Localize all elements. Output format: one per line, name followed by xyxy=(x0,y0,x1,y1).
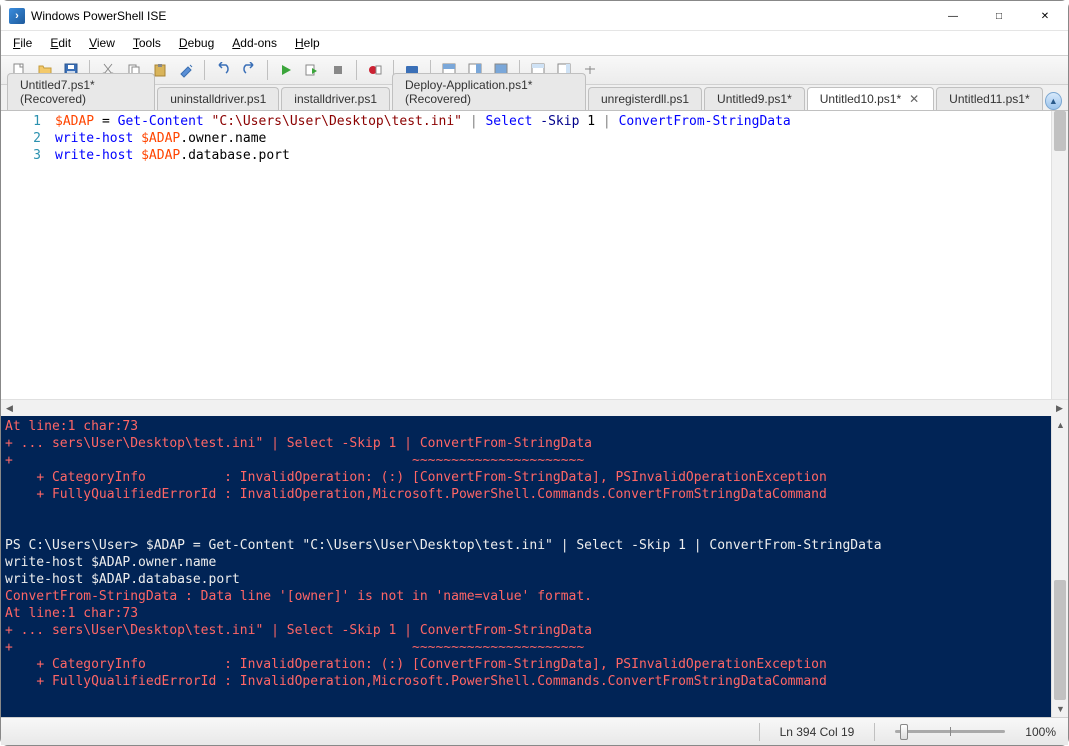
tab-1[interactable]: uninstalldriver.ps1 xyxy=(157,87,279,110)
tab-2[interactable]: installdriver.ps1 xyxy=(281,87,390,110)
scroll-left-arrow[interactable]: ◀ xyxy=(1,400,18,417)
menu-addons[interactable]: Add-ons xyxy=(224,34,285,52)
tab-3[interactable]: Deploy-Application.ps1*(Recovered) xyxy=(392,73,586,110)
scroll-thumb[interactable] xyxy=(1054,111,1066,151)
app-icon xyxy=(9,8,25,24)
tab-6[interactable]: Untitled10.ps1* ✕ xyxy=(807,87,934,110)
console-pane-wrap: At line:1 char:73+ ... sers\User\Desktop… xyxy=(1,416,1068,717)
code-area[interactable]: $ADAP = Get-Content "C:\Users\User\Deskt… xyxy=(47,111,1051,399)
zoom-percent: 100% xyxy=(1025,725,1056,739)
minimize-button[interactable]: — xyxy=(930,1,976,31)
tab-label: installdriver.ps1 xyxy=(294,92,377,106)
window-titlebar: Windows PowerShell ISE — □ ✕ xyxy=(1,1,1068,31)
tab-strip: Untitled7.ps1*(Recovered)uninstalldriver… xyxy=(1,85,1068,111)
menu-edit[interactable]: Edit xyxy=(42,34,79,52)
scroll-up-arrow[interactable]: ▲ xyxy=(1052,416,1068,433)
collapse-script-pane-button[interactable]: ▲ xyxy=(1045,92,1062,110)
console-pane[interactable]: At line:1 char:73+ ... sers\User\Desktop… xyxy=(1,416,1051,717)
tab-4[interactable]: unregisterdll.ps1 xyxy=(588,87,702,110)
tab-label: unregisterdll.ps1 xyxy=(601,92,689,106)
cursor-position: Ln 394 Col 19 xyxy=(780,725,855,739)
tab-label: uninstalldriver.ps1 xyxy=(170,92,266,106)
tab-label: Untitled10.ps1* xyxy=(820,92,901,106)
statusbar: Ln 394 Col 19 100% xyxy=(1,717,1068,745)
window-title: Windows PowerShell ISE xyxy=(31,9,930,23)
scroll-right-arrow[interactable]: ▶ xyxy=(1051,400,1068,417)
script-editor[interactable]: 123 $ADAP = Get-Content "C:\Users\User\D… xyxy=(1,111,1068,399)
menu-file[interactable]: File xyxy=(5,34,40,52)
console-vertical-scrollbar[interactable]: ▲ ▼ xyxy=(1051,416,1068,717)
tab-label: Untitled11.ps1* xyxy=(949,92,1030,106)
scroll-thumb[interactable] xyxy=(1054,580,1066,700)
menubar: File Edit View Tools Debug Add-ons Help xyxy=(1,31,1068,55)
zoom-handle[interactable] xyxy=(900,724,908,740)
menu-tools[interactable]: Tools xyxy=(125,34,169,52)
close-button[interactable]: ✕ xyxy=(1022,1,1068,31)
editor-vertical-scrollbar[interactable] xyxy=(1051,111,1068,399)
maximize-button[interactable]: □ xyxy=(976,1,1022,31)
scroll-track[interactable] xyxy=(18,400,1051,416)
scroll-down-arrow[interactable]: ▼ xyxy=(1052,700,1068,717)
menu-view[interactable]: View xyxy=(81,34,123,52)
line-gutter: 123 xyxy=(1,111,47,399)
menu-debug[interactable]: Debug xyxy=(171,34,222,52)
editor-horizontal-scrollbar[interactable]: ◀ ▶ xyxy=(1,399,1068,416)
tab-label: Untitled9.ps1* xyxy=(717,92,792,106)
tab-label: Deploy-Application.ps1*(Recovered) xyxy=(405,78,573,106)
tab-5[interactable]: Untitled9.ps1* xyxy=(704,87,805,110)
tab-label: Untitled7.ps1*(Recovered) xyxy=(20,78,142,106)
menu-help[interactable]: Help xyxy=(287,34,328,52)
tab-0[interactable]: Untitled7.ps1*(Recovered) xyxy=(7,73,155,110)
zoom-slider[interactable] xyxy=(895,723,1005,741)
tab-close-button[interactable]: ✕ xyxy=(907,92,921,106)
window-controls: — □ ✕ xyxy=(930,1,1068,30)
tab-7[interactable]: Untitled11.ps1* xyxy=(936,87,1043,110)
